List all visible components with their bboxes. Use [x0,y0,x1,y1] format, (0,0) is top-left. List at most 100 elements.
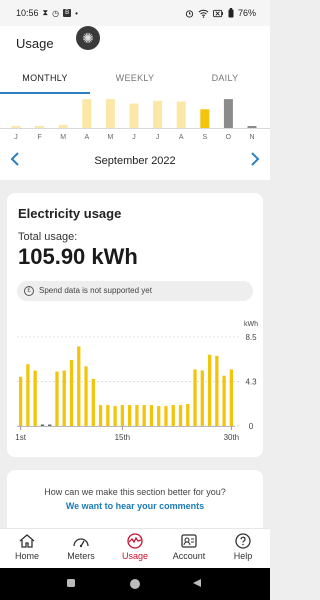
month-tick-label: J [14,134,18,141]
month-tick-label: J [156,134,160,141]
page-title: Usage [16,36,54,51]
month-bar-8 [176,101,186,128]
period-tabs: MONTHLY WEEKLY DAILY [0,64,270,95]
month-overview: JFMAMJJASOND [0,94,281,142]
next-month-button[interactable] [250,151,260,170]
feedback-question: How can we make this section better for … [44,487,226,497]
month-tick-label: N [249,134,254,141]
day-bar-19 [149,405,154,426]
x-tick-label: 1st [15,433,26,442]
day-bar-17 [135,405,139,426]
y-tick-label: 4.3 [245,378,257,387]
dot-icon: • [75,8,78,18]
app-bar: Usage ✺ [0,26,270,64]
day-bar-3 [33,370,37,426]
nav-account[interactable]: Account [162,533,216,561]
status-right: 76% [185,8,256,18]
day-bar-6 [55,371,59,426]
day-bar-1 [18,376,23,426]
month-bar-3 [58,124,68,128]
account-icon [181,534,197,548]
recents-button[interactable] [66,578,76,588]
clock-icon: ◷ [52,8,60,18]
b-app-icon: B [63,9,72,17]
day-bar-25 [193,369,197,426]
month-tick-label: A [179,134,184,141]
bottom-navigation: Home Meters Usage Account Help [0,528,270,568]
month-bar-1 [11,126,21,128]
tab-daily[interactable]: DAILY [180,64,270,94]
x-tick-label: 30th [224,433,240,442]
battery-icon [228,8,234,18]
nav-home[interactable]: Home [0,533,54,561]
daily-usage-chart: kWh 8.5 4.3 0 1st 15th 30th [7,313,263,453]
month-bar-2 [35,126,45,128]
day-bar-9 [77,346,81,426]
month-tick-label: J [132,134,136,141]
month-overview-chart: JFMAMJJASOND [0,99,281,141]
y-tick-label: 0 [249,422,254,431]
back-button[interactable] [192,578,202,588]
nav-meters-label: Meters [67,551,95,561]
day-bar-20 [157,406,161,426]
day-bar-10 [84,366,88,426]
month-bar-11 [247,126,257,128]
help-icon [235,533,251,549]
day-bar-2 [26,364,30,426]
home-icon [19,534,35,548]
day-bar-12 [98,405,103,426]
nav-help[interactable]: Help [216,533,270,561]
nav-home-label: Home [14,551,39,561]
day-bar-27 [207,354,212,426]
alarm-icon [185,9,194,18]
day-bar-7 [62,370,66,426]
feedback-link[interactable]: We want to hear your comments [7,501,263,511]
day-bar-16 [127,405,132,426]
month-tick-label: O [226,134,232,141]
battery-percent: 76% [237,8,256,18]
month-bar-4 [82,99,92,128]
camera-cutout-icon: ✺ [76,26,100,50]
usage-icon [127,533,143,549]
spend-notice: £ Spend data is not supported yet [17,281,253,301]
period-navigator: September 2022 [0,142,270,180]
day-bar-18 [142,405,146,426]
day-bar-23 [178,405,183,426]
month-bar-7 [153,100,163,128]
month-tick-label: M [60,134,66,141]
day-bar-22 [171,405,175,426]
nav-usage[interactable]: Usage [108,533,162,561]
nav-usage-label: Usage [121,551,148,561]
status-time: 10:56 [16,8,39,18]
month-bar-9 [200,109,210,128]
day-bar-29 [222,375,226,426]
month-bar-6 [129,103,139,128]
nav-account-label: Account [172,551,206,561]
nav-meters[interactable]: Meters [54,533,108,561]
day-bar-14 [113,406,117,426]
y-tick-label: 8.5 [245,333,257,342]
home-button[interactable] [129,578,141,590]
day-bar-21 [164,406,168,426]
chevron-right-icon [251,152,260,166]
y-axis-label: kWh [244,321,258,328]
day-bar-4 [40,424,45,426]
month-bar-5 [105,99,115,128]
pound-icon: £ [24,286,34,296]
status-left: 10:56 ⧗ ◷ B • [16,8,78,18]
total-usage-label: Total usage: [18,231,78,243]
card-title: Electricity usage [18,206,122,221]
status-bar: 10:56 ⧗ ◷ B • 76% [0,0,270,26]
month-tick-label: F [37,134,41,141]
tab-monthly[interactable]: MONTHLY [0,64,90,94]
day-bar-8 [69,360,74,426]
day-bar-30 [229,369,234,426]
gauge-icon [73,538,89,548]
x-tick-label: 15th [115,433,131,442]
tab-weekly[interactable]: WEEKLY [90,64,180,94]
feedback-card: How can we make this section better for … [7,470,263,530]
day-bar-24 [186,404,190,426]
electricity-usage-card: Electricity usage Total usage: 105.90 kW… [7,193,263,457]
month-tick-label: S [202,134,207,141]
day-bar-26 [200,370,204,426]
